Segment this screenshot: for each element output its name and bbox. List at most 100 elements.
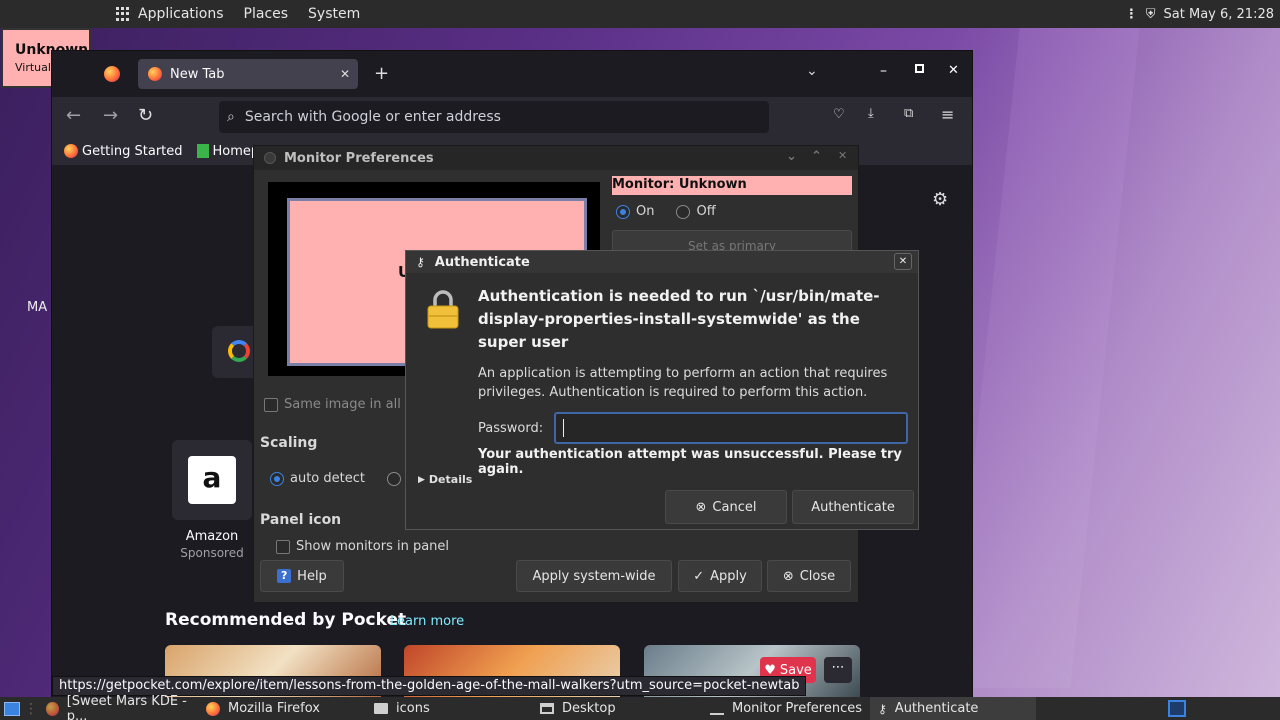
applications-grid-icon[interactable] [116, 7, 130, 21]
authenticate-titlebar[interactable]: ⚷ Authenticate ✕ [406, 251, 918, 273]
desktop-icon [540, 703, 554, 714]
clock[interactable]: Sat May 6, 21:28 [1164, 7, 1274, 22]
nav-bar: ← → ↻ ⌕ Search with Google or enter addr… [52, 97, 972, 137]
set-primary-button[interactable]: Set as primary [612, 230, 852, 252]
key-icon: ⚷ [416, 255, 425, 269]
window-title: Monitor Preferences [284, 150, 434, 166]
scaling-options: auto detect 1 [270, 471, 415, 486]
panel-icon-heading: Panel icon [260, 512, 342, 528]
expander-arrow-icon: ▶ [418, 474, 425, 485]
auto-detect-radio[interactable] [270, 471, 284, 486]
lock-icon [427, 290, 459, 329]
more-options-icon[interactable]: ⋯ [824, 657, 852, 683]
auth-description: An application is attempting to perform … [478, 366, 888, 400]
separator: ⋮ [24, 700, 38, 717]
same-image-checkbox[interactable] [264, 397, 278, 412]
taskbar-item[interactable]: Mozilla Firefox [198, 697, 366, 720]
details-label: Details [428, 473, 473, 486]
reload-icon[interactable]: ↻ [138, 105, 153, 126]
url-bar[interactable]: ⌕ Search with Google or enter address [219, 101, 769, 133]
show-monitors-checkbox[interactable] [276, 539, 290, 554]
new-tab-icon[interactable]: + [374, 63, 389, 84]
maximize-icon[interactable]: ⌃ [811, 149, 822, 164]
menu-applications[interactable]: Applications [138, 6, 224, 22]
back-icon[interactable]: ← [66, 105, 81, 126]
shield-icon[interactable]: ⛨ [1146, 7, 1156, 22]
check-icon: ✓ [693, 568, 705, 584]
taskbar-item[interactable]: ⚷ Authenticate [870, 697, 1036, 720]
wallpaper-stripe [950, 28, 1140, 688]
apply-button[interactable]: ✓ Apply [678, 560, 762, 592]
minimize-icon[interactable]: ⌄ [786, 149, 797, 164]
monitor-power-toggle: On Off [616, 204, 716, 219]
show-monitors-label: Show monitors in panel [296, 539, 450, 554]
downloads-icon[interactable]: ⤓ [868, 106, 874, 121]
key-icon: ⚷ [878, 701, 887, 716]
password-label: Password: [478, 421, 544, 436]
firefox-icon [206, 701, 220, 716]
authenticate-button[interactable]: Authenticate [792, 490, 914, 524]
details-expander[interactable]: ▶ Details [418, 473, 472, 486]
close-button[interactable]: ⊗ Close [767, 560, 851, 592]
on-label: On [636, 204, 655, 219]
extensions-icon[interactable]: ⧉ [904, 106, 913, 121]
bookmark-home[interactable]: Homep [196, 144, 259, 159]
list-all-tabs-icon[interactable]: ⌄ [806, 63, 818, 79]
apply-label: Apply [710, 568, 747, 584]
menu-places[interactable]: Places [244, 6, 289, 22]
firefox-view-icon[interactable] [104, 66, 120, 82]
authenticate-dialog: ⚷ Authenticate ✕ Authentication is neede… [405, 250, 919, 530]
dialog-title: Authenticate [434, 254, 530, 270]
authenticate-label: Authenticate [811, 499, 895, 515]
help-button[interactable]: ? Help [260, 560, 344, 592]
window-close-icon[interactable]: ✕ [948, 63, 959, 78]
monitor-name-label: Monitor: Unknown [612, 176, 852, 195]
learn-more-link[interactable]: Learn more [390, 614, 464, 629]
tab-bar: New Tab ✕ + ⌄ – ✕ [52, 51, 972, 95]
menu-system[interactable]: System [308, 6, 360, 22]
amazon-icon: a [188, 456, 236, 504]
shortcut-amazon[interactable]: a [172, 440, 252, 520]
kebab-menu-icon[interactable]: ⋮ [1125, 7, 1138, 22]
minimize-icon[interactable]: – [880, 63, 887, 79]
tab-title: New Tab [170, 66, 225, 82]
window-menu-icon[interactable] [264, 152, 276, 164]
gear-icon[interactable]: ⚙ [932, 189, 948, 210]
apply-system-wide-button[interactable]: Apply system-wide [516, 560, 672, 592]
desktop-icon-label: MA [27, 300, 48, 315]
taskbar-item[interactable]: Desktop [532, 697, 702, 720]
off-radio[interactable] [676, 204, 691, 219]
amazon-label: Amazon [185, 529, 239, 544]
sponsored-label: Sponsored [180, 546, 244, 560]
taskbar-label: Desktop [562, 701, 616, 716]
password-field[interactable] [554, 412, 908, 444]
bookmark-getting-started[interactable]: Getting Started [64, 144, 183, 159]
on-radio[interactable] [616, 204, 630, 219]
workspace-switcher[interactable] [1168, 700, 1186, 717]
cancel-circle-icon: ⊗ [695, 499, 707, 515]
search-icon: ⌕ [227, 109, 235, 125]
tab-new-tab[interactable]: New Tab ✕ [138, 59, 358, 89]
dialog-close-icon[interactable]: ✕ [894, 253, 912, 270]
scale-radio[interactable] [386, 471, 401, 486]
taskbar-label: Mozilla Firefox [228, 701, 320, 716]
same-image-option[interactable]: Same image in all m [264, 397, 418, 412]
firefox-icon [64, 144, 78, 158]
taskbar-item[interactable]: [Sweet Mars KDE - p... [38, 694, 198, 720]
maximize-icon[interactable] [915, 64, 924, 73]
firefox-icon [46, 701, 59, 716]
taskbar-item[interactable]: Monitor Preferences [702, 697, 870, 720]
monitor-preferences-titlebar[interactable]: Monitor Preferences ⌄ ⌃ ✕ [254, 146, 858, 170]
cancel-button[interactable]: ⊗ Cancel [665, 490, 787, 524]
taskbar-item[interactable]: icons [366, 697, 532, 720]
forward-icon[interactable]: → [103, 105, 118, 126]
window-close-icon[interactable]: ✕ [838, 149, 847, 162]
hamburger-menu-icon[interactable]: ≡ [941, 105, 954, 124]
google-icon [228, 340, 250, 362]
close-tab-icon[interactable]: ✕ [340, 67, 350, 81]
show-desktop-icon[interactable] [4, 701, 20, 716]
auto-detect-label: auto detect [290, 471, 365, 486]
help-label: Help [297, 568, 327, 584]
pocket-icon[interactable]: ♡ [833, 107, 845, 122]
show-monitors-option[interactable]: Show monitors in panel [276, 539, 449, 554]
